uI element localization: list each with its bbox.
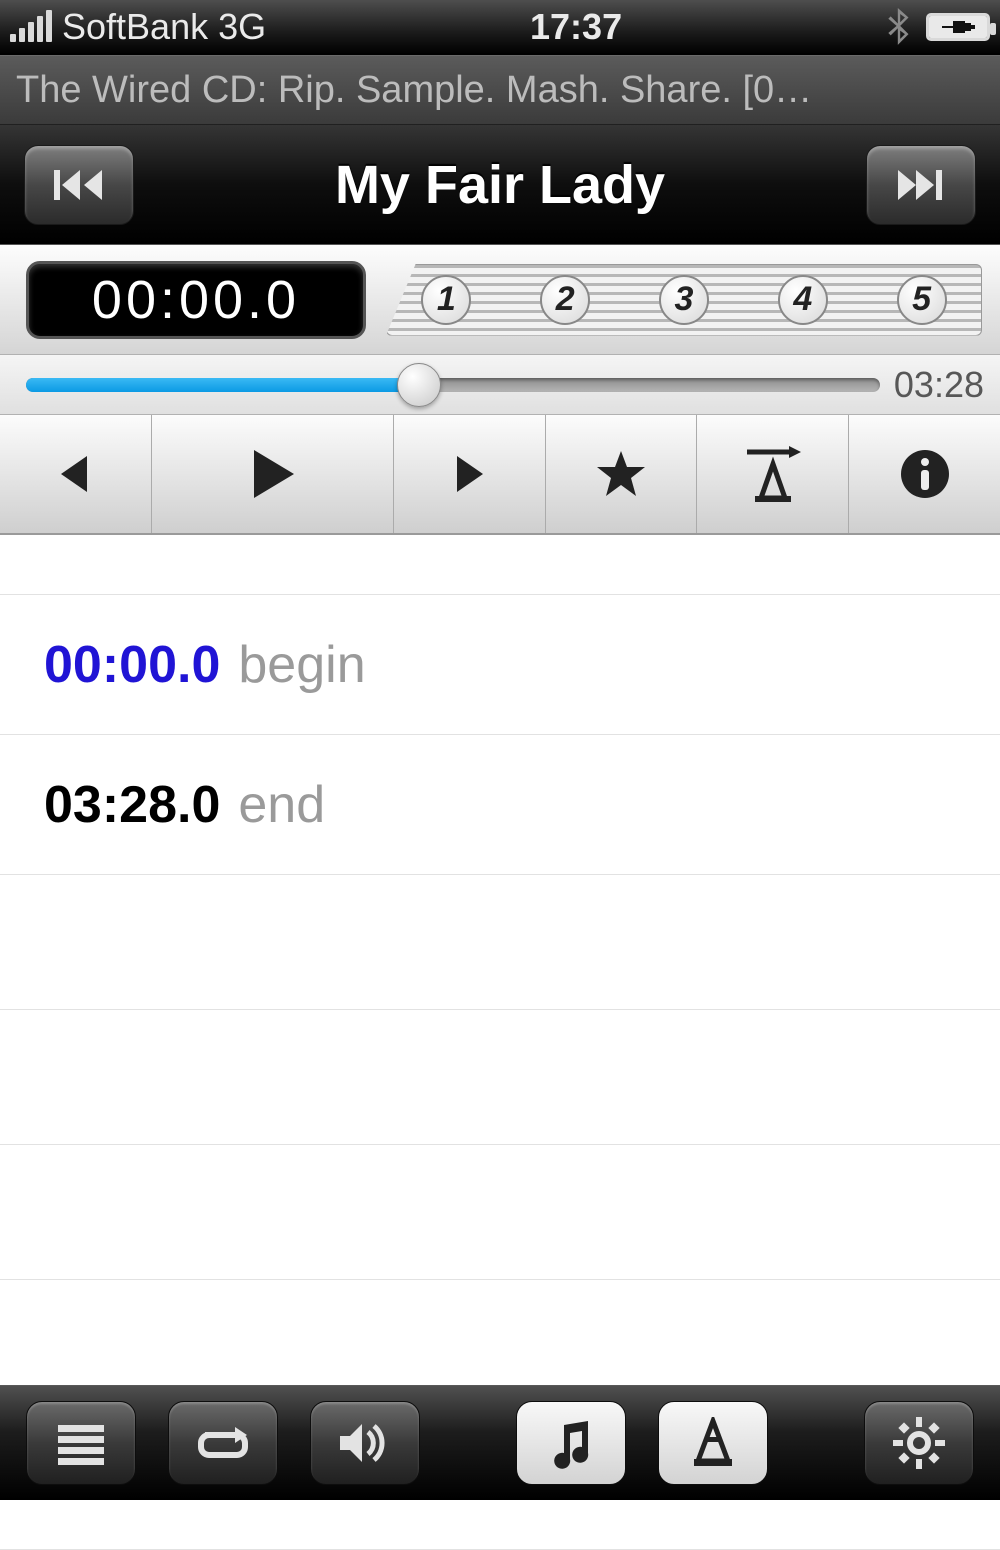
list-icon (54, 1421, 108, 1465)
progress-row: 03:28 (0, 355, 1000, 415)
bottom-toolbar (0, 1385, 1000, 1500)
cone-icon (688, 1417, 738, 1469)
playback-toolbar (0, 415, 1000, 535)
marker-time: 03:28.0 (44, 775, 220, 835)
status-bar: SoftBank 3G 17:37 (0, 0, 1000, 55)
favorite-button[interactable] (546, 415, 698, 533)
timer-row: 00:00.0 1 2 3 4 5 (0, 245, 1000, 355)
music-note-icon (546, 1417, 596, 1469)
info-icon (899, 448, 951, 500)
volume-button[interactable] (310, 1401, 420, 1485)
list-item[interactable] (0, 875, 1000, 1010)
elapsed-time-display: 00:00.0 (26, 261, 366, 339)
skip-forward-icon (894, 166, 948, 204)
bluetooth-icon (886, 8, 912, 46)
statusbar-time: 17:37 (266, 6, 886, 48)
duration-label: 03:28 (894, 364, 984, 406)
speaker-icon (336, 1420, 394, 1466)
star-icon (595, 449, 647, 499)
step-back-button[interactable] (0, 415, 152, 533)
marker-strip[interactable]: 1 2 3 4 5 (386, 264, 982, 336)
list-item[interactable]: 03:28.0 end (0, 735, 1000, 875)
info-button[interactable] (849, 415, 1000, 533)
next-track-button[interactable] (866, 145, 976, 225)
network-label: 3G (218, 6, 266, 48)
cone-arrow-icon (741, 444, 805, 504)
repeat-icon (193, 1421, 253, 1465)
list-item[interactable]: 00:00.0 begin (0, 595, 1000, 735)
music-tab-button[interactable] (516, 1401, 626, 1485)
carrier-label: SoftBank (62, 6, 208, 48)
marker-time: 00:00.0 (44, 635, 220, 695)
cone-tab-button[interactable] (658, 1401, 768, 1485)
charging-icon (929, 16, 987, 38)
list-button[interactable] (26, 1401, 136, 1485)
marker-label: begin (238, 635, 365, 695)
list-item[interactable] (0, 1010, 1000, 1145)
signal-icon (10, 12, 52, 42)
track-nav-bar: My Fair Lady (0, 125, 1000, 245)
marker-slot-5[interactable]: 5 (897, 275, 947, 325)
gear-icon (892, 1416, 946, 1470)
battery-icon (926, 13, 990, 41)
list-item[interactable] (0, 1145, 1000, 1280)
progress-thumb[interactable] (397, 363, 441, 407)
marker-slot-4[interactable]: 4 (778, 275, 828, 325)
marker-label: end (238, 775, 325, 835)
settings-button[interactable] (864, 1401, 974, 1485)
marker-slot-1[interactable]: 1 (421, 275, 471, 325)
previous-track-button[interactable] (24, 145, 134, 225)
advance-marker-button[interactable] (697, 415, 849, 533)
play-icon (246, 446, 298, 502)
progress-slider[interactable] (26, 378, 880, 392)
step-forward-button[interactable] (394, 415, 546, 533)
triangle-left-icon (55, 452, 95, 496)
album-info-bar: The Wired CD: Rip. Sample. Mash. Share. … (0, 55, 1000, 125)
play-button[interactable] (152, 415, 394, 533)
triangle-right-icon (449, 452, 489, 496)
repeat-button[interactable] (168, 1401, 278, 1485)
marker-slot-3[interactable]: 3 (659, 275, 709, 325)
track-title: My Fair Lady (335, 154, 665, 216)
marker-slot-2[interactable]: 2 (540, 275, 590, 325)
skip-back-icon (52, 166, 106, 204)
